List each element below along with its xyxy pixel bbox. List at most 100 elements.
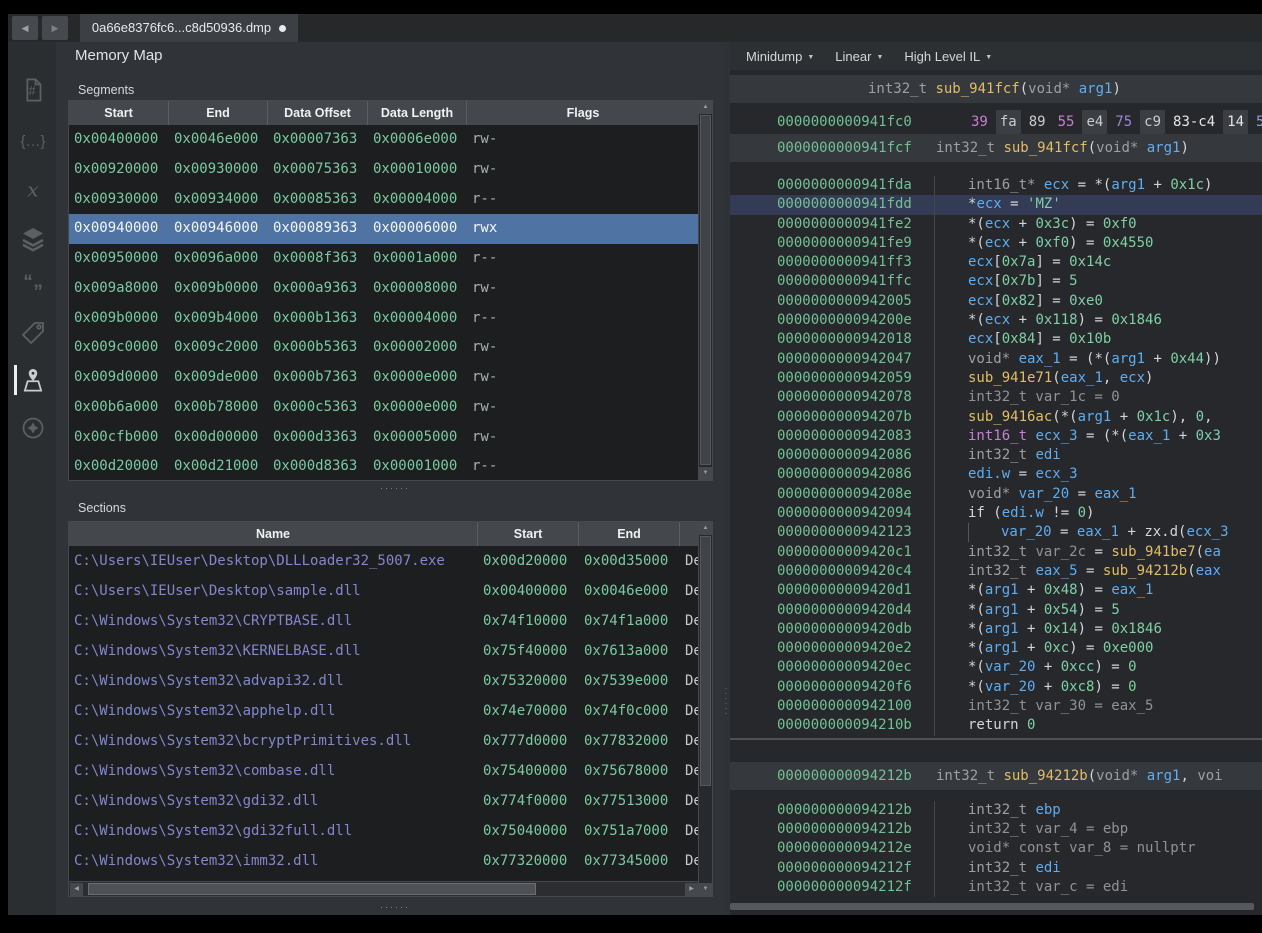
horizontal-splitter-handle[interactable]: ······ (380, 483, 410, 493)
scrollbar-thumb[interactable] (700, 536, 711, 786)
column-header[interactable]: Data Offset (268, 101, 368, 125)
segment-row[interactable]: 0x009b00000x009b40000x000b13630x00004000… (69, 304, 712, 334)
column-header[interactable]: Name (69, 522, 478, 546)
code-line[interactable]: 000000000094212bint32_t var_4 = ebp (730, 820, 1262, 839)
section-row[interactable]: C:\Windows\System32\KERNELBASE.dll0x75f4… (69, 636, 712, 666)
segment-row[interactable]: 0x009c00000x009c20000x000b53630x00002000… (69, 333, 712, 363)
vertical-splitter-handle[interactable]: ······ (722, 686, 730, 716)
code-line[interactable]: 0000000000942047void* eax_1 = (*(arg1 + … (730, 350, 1262, 369)
hex-bytes-line[interactable]: 0000000000941fc039fa8955e475c983-c4145e5 (730, 110, 1262, 134)
code-line[interactable]: 00000000009420f6*(var_20 + 0xc8) = 0 (730, 678, 1262, 697)
document-tab[interactable]: 0a66e8376fc6...c8d50936.dmp (80, 14, 298, 42)
section-row[interactable]: C:\Windows\System32\gdi32full.dll0x75040… (69, 816, 712, 846)
scroll-left-button[interactable]: ◀ (70, 883, 83, 896)
code-line[interactable]: 000000000094212fint32_t edi (730, 859, 1262, 878)
code-line[interactable]: 00000000009420d4*(arg1 + 0x54) = 5 (730, 601, 1262, 620)
segment-row[interactable]: 0x009a80000x009b00000x000a93630x00008000… (69, 274, 712, 304)
panel-resize-handle[interactable]: ······ (380, 902, 410, 912)
segment-row[interactable]: 0x009200000x009300000x000753630x00010000… (69, 155, 712, 185)
code-line[interactable]: 000000000094212evoid* const var_8 = null… (730, 839, 1262, 858)
segment-row[interactable]: 0x00cfb0000x00d000000x000d33630x00005000… (69, 423, 712, 453)
code-line[interactable]: 000000000094212fint32_t var_c = edi (730, 878, 1262, 897)
segment-row[interactable]: 0x009400000x009460000x000893630x00006000… (69, 214, 712, 244)
column-header[interactable]: Flags (467, 101, 699, 125)
back-button[interactable]: ◀ (12, 16, 38, 40)
scrollbar-thumb[interactable] (88, 883, 536, 895)
sidebar-item-map-pin[interactable] (18, 365, 48, 395)
code-line[interactable]: 000000000094208evoid* var_20 = eax_1 (730, 485, 1262, 504)
sections-horizontal-scrollbar[interactable]: ◀ ▶ (69, 881, 699, 896)
sidebar-item-tag[interactable] (18, 318, 48, 348)
code-line[interactable]: 0000000000942059sub_941e71(eax_1, ecx) (730, 369, 1262, 388)
column-header[interactable]: Data Length (368, 101, 467, 125)
code-line[interactable]: 0000000000942123var_20 = eax_1 + zx.d(ec… (730, 523, 1262, 542)
section-row[interactable]: C:\Users\IEUser\Desktop\DLLLoader32_5007… (69, 546, 712, 576)
scrollbar-thumb[interactable] (700, 115, 711, 465)
code-line[interactable]: 000000000094210breturn 0 (730, 716, 1262, 735)
scroll-right-button[interactable]: ▶ (685, 883, 698, 896)
code-line[interactable]: 0000000000941fe2*(ecx + 0x3c) = 0xf0 (730, 215, 1262, 234)
code-line[interactable]: 0000000000942083int16_t ecx_3 = (*(eax_1… (730, 427, 1262, 446)
column-header[interactable]: End (169, 101, 268, 125)
code-line[interactable]: 00000000009420c1int32_t var_2c = sub_941… (730, 543, 1262, 562)
section-row[interactable]: C:\Windows\System32\apphelp.dll0x74e7000… (69, 696, 712, 726)
section-row[interactable]: C:\Windows\System32\combase.dll0x7540000… (69, 756, 712, 786)
il-horizontal-scrollbar[interactable] (730, 903, 1254, 910)
segment-row[interactable]: 0x009500000x0096a0000x0008f3630x0001a000… (69, 244, 712, 274)
section-row[interactable]: C:\Windows\System32\imm32.dll0x773200000… (69, 846, 712, 876)
scroll-up-button[interactable]: ▲ (699, 522, 712, 535)
code-line[interactable]: 0000000000942100int32_t var_30 = eax_5 (730, 697, 1262, 716)
section-row[interactable]: C:\Windows\System32\bcryptPrimitives.dll… (69, 726, 712, 756)
sidebar-item-compass[interactable] (18, 413, 48, 443)
scroll-down-button[interactable]: ▼ (699, 883, 712, 896)
code-line[interactable]: 00000000009420d1*(arg1 + 0x48) = eax_1 (730, 581, 1262, 600)
segment-row[interactable]: 0x009d00000x009de0000x000b73630x0000e000… (69, 363, 712, 393)
column-header[interactable] (680, 522, 699, 546)
sidebar-item-variable-x[interactable]: x (18, 175, 48, 205)
scroll-down-button[interactable]: ▼ (699, 467, 712, 480)
code-line[interactable]: 0000000000942094if (edi.w != 0) (730, 504, 1262, 523)
code-line[interactable]: 00000000009420e2*(arg1 + 0xc) = 0xe000 (730, 639, 1262, 658)
segment-row[interactable]: 0x00b6a0000x00b780000x000c53630x0000e000… (69, 393, 712, 423)
scroll-up-button[interactable]: ▲ (699, 101, 712, 114)
section-row[interactable]: C:\Windows\System32\CRYPTBASE.dll0x74f10… (69, 606, 712, 636)
code-line[interactable]: 0000000000941fdaint16_t* ecx = *(arg1 + … (730, 176, 1262, 195)
section-row[interactable]: C:\Windows\System32\gdi32.dll0x774f00000… (69, 786, 712, 816)
sidebar-item-hash-file[interactable]: # (18, 75, 48, 105)
code-line[interactable]: 00000000009420db*(arg1 + 0x14) = 0x1846 (730, 620, 1262, 639)
code-line[interactable]: 0000000000941fe9*(ecx + 0xf0) = 0x4550 (730, 234, 1262, 253)
code-line[interactable]: 0000000000942005ecx[0x82] = 0xe0 (730, 292, 1262, 311)
segment-row[interactable]: 0x004000000x0046e0000x000073630x0006e000… (69, 125, 712, 155)
sections-vertical-scrollbar[interactable]: ▲ ▼ (698, 522, 712, 896)
code-line[interactable]: 0000000000941ff3ecx[0x7a] = 0x14c (730, 253, 1262, 272)
segment-row[interactable]: 0x009300000x009340000x000853630x00004000… (69, 185, 712, 215)
code-line[interactable]: 0000000000942086edi.w = ecx_3 (730, 465, 1262, 484)
function-header[interactable]: int32_t sub_941fcf(void* arg1) (730, 75, 1262, 103)
code-line[interactable]: 0000000000941ffcecx[0x7b] = 5 (730, 272, 1262, 291)
sidebar-item-braces[interactable]: {…} (18, 126, 48, 156)
forward-button[interactable]: ▶ (42, 16, 68, 40)
code-line[interactable]: 000000000094207bsub_9416ac(*(arg1 + 0x1c… (730, 408, 1262, 427)
code-line[interactable]: 0000000000942086int32_t edi (730, 446, 1262, 465)
section-row[interactable]: C:\Users\IEUser\Desktop\sample.dll0x0040… (69, 576, 712, 606)
column-header[interactable]: End (579, 522, 680, 546)
function-start-line[interactable]: 0000000000941fcfint32_t sub_941fcf(void*… (730, 134, 1262, 162)
code-line[interactable]: 000000000094200e*(ecx + 0x118) = 0x1846 (730, 311, 1262, 330)
segments-vertical-scrollbar[interactable]: ▲ ▼ (698, 101, 712, 480)
code-line[interactable]: 000000000094212bint32_t ebp (730, 801, 1262, 820)
high-level-il-dropdown[interactable]: High Level IL▼ (904, 49, 992, 64)
segment-row[interactable]: 0x00d200000x00d210000x000d83630x00001000… (69, 452, 712, 482)
sidebar-item-quotes[interactable]: “” (18, 270, 48, 300)
code-line[interactable]: 0000000000942018ecx[0x84] = 0x10b (730, 330, 1262, 349)
sidebar-item-layers[interactable] (18, 223, 48, 253)
minidump-dropdown[interactable]: Minidump▼ (746, 49, 814, 64)
function-start-line[interactable]: 000000000094212bint32_t sub_94212b(void*… (730, 762, 1262, 790)
column-header[interactable]: Start (69, 101, 169, 125)
code-line[interactable]: 00000000009420ec*(var_20 + 0xcc) = 0 (730, 658, 1262, 677)
code-line[interactable]: 0000000000941fdd*ecx = 'MZ' (730, 195, 1262, 214)
code-line[interactable]: 00000000009420c4int32_t eax_5 = sub_9421… (730, 562, 1262, 581)
column-header[interactable]: Start (478, 522, 579, 546)
section-row[interactable]: C:\Windows\System32\advapi32.dll0x753200… (69, 666, 712, 696)
code-line[interactable]: 0000000000942078int32_t var_1c = 0 (730, 388, 1262, 407)
linear-dropdown[interactable]: Linear▼ (835, 49, 883, 64)
